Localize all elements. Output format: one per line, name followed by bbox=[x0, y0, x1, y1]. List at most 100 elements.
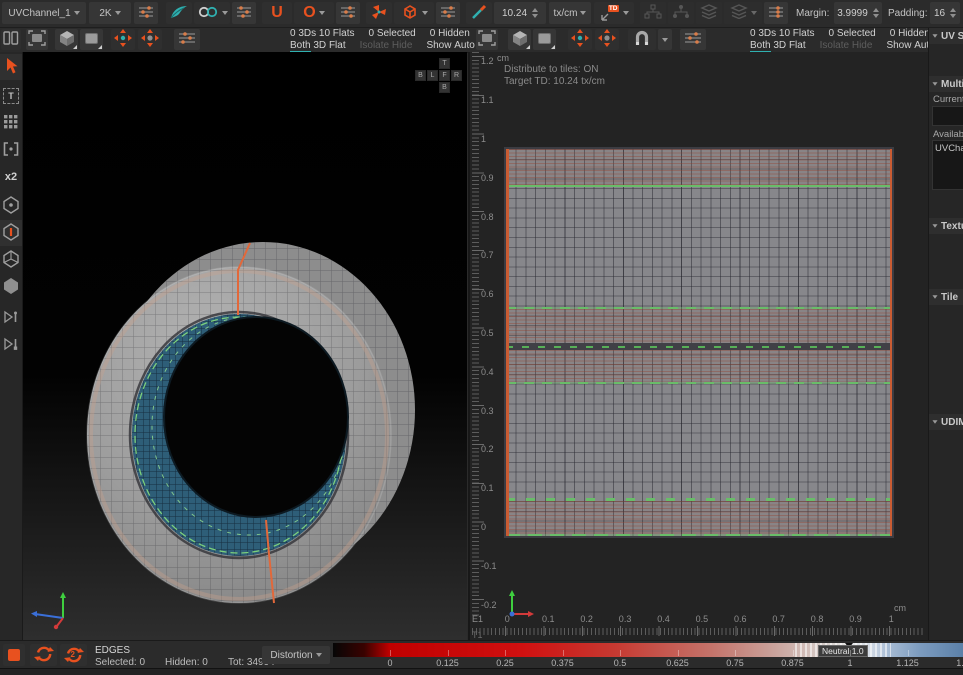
scale-tick-label: 0.375 bbox=[551, 658, 574, 668]
unfold-options-button[interactable] bbox=[336, 2, 360, 24]
uv-channel-dropdown[interactable]: UVChannel_1 bbox=[2, 2, 86, 24]
island-mode-button[interactable] bbox=[0, 274, 22, 300]
viewcube-front[interactable]: F bbox=[439, 70, 450, 81]
display-options-uv-button[interactable] bbox=[680, 29, 706, 50]
view-flat-uv-button[interactable] bbox=[533, 29, 556, 50]
view-flat-button[interactable] bbox=[80, 29, 103, 50]
snap-island-grid-button[interactable] bbox=[0, 332, 22, 358]
polygon-mode-button[interactable] bbox=[0, 247, 22, 273]
frame-uv-button[interactable] bbox=[476, 29, 498, 50]
sidebar-section-uv-sets[interactable]: UV Se bbox=[929, 28, 963, 44]
frame-3d-button[interactable] bbox=[26, 29, 48, 50]
margin-field[interactable]: 3.9999 bbox=[834, 2, 882, 24]
stop-button[interactable] bbox=[3, 644, 25, 666]
texel-density-apply-button[interactable]: TD bbox=[594, 2, 634, 24]
spinner-arrows-icon[interactable] bbox=[950, 8, 956, 18]
topology-button[interactable] bbox=[194, 2, 230, 24]
padding-value: 16 bbox=[934, 8, 945, 19]
padding-field[interactable]: 16 bbox=[930, 2, 960, 24]
brush-tool-button[interactable] bbox=[0, 110, 22, 136]
focus-selection-3d-button[interactable] bbox=[111, 29, 135, 50]
hide-3d[interactable]: Hide bbox=[392, 40, 413, 51]
stats-3d-hidden: 0 Hidden bbox=[430, 28, 470, 39]
sliders-icon bbox=[178, 30, 196, 49]
sidebar-uvchannel-item[interactable]: UVChan bbox=[935, 143, 963, 154]
texel-density-unit-dropdown[interactable]: tx/cm bbox=[549, 2, 591, 24]
weld-tool-button[interactable] bbox=[0, 137, 22, 163]
map-size-dropdown[interactable]: 2K bbox=[89, 2, 131, 24]
symmetry-button[interactable] bbox=[166, 2, 192, 24]
sidebar-section-tile[interactable]: Tile bbox=[929, 289, 963, 305]
stack-options-button[interactable] bbox=[764, 2, 788, 24]
loop-arrows-2-icon: 2 bbox=[63, 646, 85, 664]
magnet-snap-button[interactable] bbox=[628, 29, 656, 50]
uv-editor[interactable]: Distribute to tiles: ON Target TD: 10.24… bbox=[468, 52, 930, 640]
double-resolution-button[interactable]: x2 bbox=[0, 164, 22, 190]
sidebar-section-udim[interactable]: UDIM bbox=[929, 414, 963, 430]
topology-options-button[interactable] bbox=[232, 2, 256, 24]
view-3d-uv-button[interactable] bbox=[508, 29, 531, 50]
feather-icon bbox=[169, 4, 189, 23]
spinner-arrows-icon[interactable] bbox=[873, 8, 879, 18]
hexagon-face-icon bbox=[2, 249, 20, 272]
sidebar-section-multitile[interactable]: Multi bbox=[929, 76, 963, 92]
map-options-button[interactable] bbox=[134, 2, 158, 24]
layout-split-button[interactable] bbox=[1, 29, 21, 50]
layout-button[interactable] bbox=[366, 2, 392, 24]
edge-mode-button[interactable] bbox=[0, 220, 22, 246]
viewcube-back[interactable]: B bbox=[415, 70, 426, 81]
filter-3d-3d[interactable]: 3D bbox=[313, 40, 326, 51]
submenu-corner-icon bbox=[551, 45, 555, 49]
loop-button[interactable] bbox=[30, 644, 57, 666]
vertex-mode-button[interactable] bbox=[0, 193, 22, 219]
metric-dropdown[interactable]: Distortion bbox=[262, 646, 330, 664]
focus-selection-uv-button[interactable] bbox=[568, 29, 592, 50]
viewport-3d[interactable]: T B L F R B bbox=[23, 52, 467, 640]
display-options-3d-button[interactable] bbox=[174, 29, 200, 50]
unfold-button[interactable]: U bbox=[262, 2, 292, 24]
sidebar-section-texture[interactable]: Textu bbox=[929, 218, 963, 234]
auto-3d[interactable]: Auto bbox=[454, 40, 475, 51]
loop-x2-button[interactable]: 2 bbox=[60, 644, 87, 666]
group-hierarchy-button[interactable] bbox=[640, 2, 666, 24]
h-ruler-tick-label: 0.4 bbox=[657, 614, 670, 624]
hide-uv[interactable]: Hide bbox=[852, 40, 873, 51]
viewcube-right[interactable]: R bbox=[451, 70, 462, 81]
pack-button[interactable] bbox=[394, 2, 434, 24]
ungroup-hierarchy-button[interactable] bbox=[668, 2, 694, 24]
align-play-square-icon bbox=[3, 337, 19, 354]
show-uv[interactable]: Show bbox=[886, 40, 911, 51]
viewcube-top[interactable]: T bbox=[439, 58, 450, 69]
snap-island-button[interactable] bbox=[0, 305, 22, 331]
crosshair-teal-icon bbox=[570, 29, 590, 50]
viewcube-left[interactable]: L bbox=[427, 70, 438, 81]
spinner-arrows-icon[interactable] bbox=[532, 8, 538, 18]
viewcube-bottom[interactable]: B bbox=[439, 82, 450, 93]
optimize-button[interactable]: O bbox=[294, 2, 334, 24]
split-view-icon bbox=[3, 30, 19, 49]
focus-all-3d-button[interactable] bbox=[138, 29, 162, 50]
filter-flat-3d[interactable]: Flat bbox=[329, 40, 346, 51]
texel-density-field[interactable]: 10.24 bbox=[494, 2, 546, 24]
uv-island-block[interactable] bbox=[504, 147, 894, 538]
texel-density-pick-button[interactable] bbox=[466, 2, 492, 24]
chevron-down-icon bbox=[115, 11, 121, 15]
isolate-uv[interactable]: Isolate bbox=[820, 40, 849, 51]
view-3d-button[interactable] bbox=[55, 29, 78, 50]
h-ruler-corner: E1 bbox=[472, 614, 483, 624]
sidebar-uvchannel-list[interactable]: UVChan bbox=[932, 140, 963, 190]
h-ruler-tick-label: 0.1 bbox=[542, 614, 555, 624]
magnet-dropdown[interactable] bbox=[658, 29, 672, 50]
filter-flat-uv[interactable]: Flat bbox=[789, 40, 806, 51]
focus-all-uv-button[interactable] bbox=[595, 29, 619, 50]
select-tool-button[interactable] bbox=[0, 54, 22, 80]
stack-button[interactable] bbox=[696, 2, 722, 24]
pack-options-button[interactable] bbox=[436, 2, 460, 24]
isolate-3d[interactable]: Isolate bbox=[360, 40, 389, 51]
unstack-button[interactable] bbox=[724, 2, 762, 24]
sidebar-current-field[interactable] bbox=[932, 106, 963, 126]
model-ring[interactable] bbox=[78, 237, 428, 617]
transform-tool-button[interactable]: T bbox=[0, 83, 22, 109]
show-3d[interactable]: Show bbox=[426, 40, 451, 51]
filter-3d-uv[interactable]: 3D bbox=[773, 40, 786, 51]
